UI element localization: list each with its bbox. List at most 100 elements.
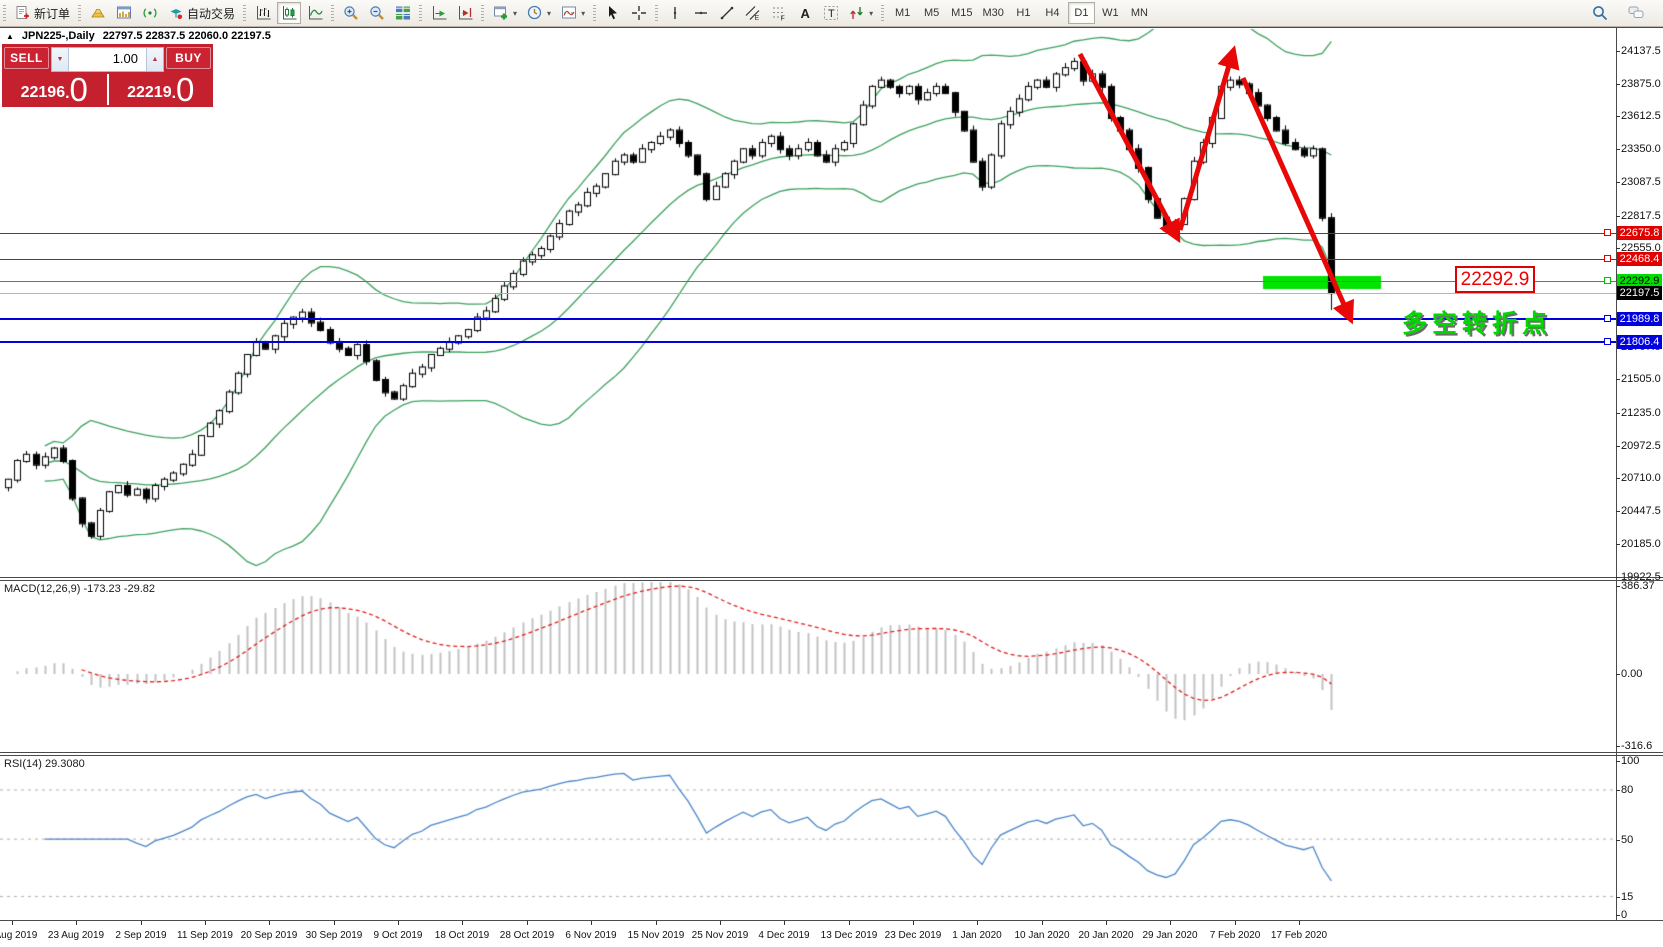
volume-increase-button[interactable]: ▲ bbox=[146, 48, 163, 71]
templates-button[interactable]: ▾ bbox=[557, 2, 589, 24]
rsi-tick bbox=[1616, 840, 1620, 841]
toolbar-grip-icon bbox=[331, 5, 334, 21]
tf-m30-label: M30 bbox=[983, 7, 1004, 19]
price-tick bbox=[1616, 116, 1620, 117]
autotrade-button[interactable]: 自动交易 bbox=[164, 2, 239, 24]
price-tick bbox=[1616, 84, 1620, 85]
line-anchor-handle[interactable] bbox=[1604, 255, 1611, 262]
shapes-button[interactable]: ▾ bbox=[845, 2, 877, 24]
templates-icon bbox=[561, 5, 577, 21]
price-tick bbox=[1616, 511, 1620, 512]
tf-m15-button[interactable]: M15 bbox=[947, 2, 976, 24]
tf-h1-button[interactable]: H1 bbox=[1010, 2, 1037, 24]
indicators-button[interactable]: ▾ bbox=[489, 2, 521, 24]
line-chart-button[interactable] bbox=[303, 2, 327, 24]
date-axis-label: 23 Aug 2019 bbox=[48, 930, 104, 941]
tf-m30-button[interactable]: M30 bbox=[979, 2, 1008, 24]
horizontal-level-line[interactable] bbox=[0, 233, 1617, 234]
svg-text:E: E bbox=[755, 15, 760, 21]
line-anchor-handle[interactable] bbox=[1604, 315, 1611, 322]
main-macd-separator[interactable] bbox=[0, 577, 1663, 578]
price-tick bbox=[1616, 51, 1620, 52]
toolbar-grip-icon bbox=[78, 5, 81, 21]
tf-m1-button[interactable]: M1 bbox=[889, 2, 916, 24]
toolbar-grip-icon bbox=[419, 5, 422, 21]
line-anchor-handle[interactable] bbox=[1604, 277, 1611, 284]
horizontal-level-line[interactable] bbox=[0, 259, 1617, 260]
signal-button[interactable] bbox=[138, 2, 162, 24]
date-axis-label: 30 Sep 2019 bbox=[306, 930, 363, 941]
tile-windows-button[interactable] bbox=[391, 2, 415, 24]
text-label-button[interactable]: T bbox=[819, 2, 843, 24]
zoom-out-button[interactable] bbox=[365, 2, 389, 24]
time-tick bbox=[269, 921, 270, 925]
candles-chart-button[interactable] bbox=[277, 2, 301, 24]
tf-m5-button[interactable]: M5 bbox=[918, 2, 945, 24]
toolbar: 新订单 自动交易 ▾ ▾ ▾ E FAT ▾ M1 M5 M15 M30 H1 H4 D1 W1MN bbox=[0, 0, 1663, 27]
market-watch-button[interactable] bbox=[112, 2, 136, 24]
community-button[interactable] bbox=[1624, 2, 1648, 24]
macd-rsi-separator[interactable] bbox=[0, 752, 1663, 753]
price-axis-label: 22817.5 bbox=[1621, 211, 1661, 222]
crosshair-button[interactable] bbox=[627, 2, 651, 24]
gold-button[interactable] bbox=[86, 2, 110, 24]
chart-canvas[interactable] bbox=[0, 0, 1663, 947]
time-axis-border bbox=[0, 920, 1663, 921]
chart-shift-button[interactable] bbox=[453, 2, 477, 24]
equidistant-channel-button[interactable]: E bbox=[741, 2, 765, 24]
sell-price[interactable]: 22196.0 bbox=[2, 72, 107, 107]
bars-chart-icon bbox=[255, 5, 271, 21]
new-order-button[interactable]: 新订单 bbox=[11, 2, 74, 24]
periods-button[interactable]: ▾ bbox=[523, 2, 555, 24]
buy-price[interactable]: 22219.0 bbox=[109, 72, 214, 107]
trendline-button[interactable] bbox=[715, 2, 739, 24]
price-callout[interactable]: 22292.9 bbox=[1455, 266, 1535, 293]
horizontal-line-button[interactable] bbox=[689, 2, 713, 24]
tf-d1-label: D1 bbox=[1074, 7, 1088, 19]
tf-mn-button[interactable]: MN bbox=[1126, 2, 1153, 24]
search-button[interactable] bbox=[1588, 2, 1612, 24]
rsi-tick bbox=[1616, 790, 1620, 791]
turning-point-label[interactable]: 多空转折点 bbox=[1402, 304, 1552, 340]
price-axis-strip[interactable] bbox=[1617, 28, 1663, 947]
price-tick bbox=[1616, 379, 1620, 380]
horizontal-level-line[interactable] bbox=[0, 318, 1617, 320]
chevron-down-icon[interactable]: ▾ bbox=[513, 9, 517, 18]
price-line-badge: 22197.5 bbox=[1617, 286, 1662, 300]
buy-button[interactable]: BUY bbox=[166, 47, 211, 69]
time-tick bbox=[913, 921, 914, 925]
macd-tick bbox=[1616, 746, 1620, 747]
auto-scroll-button[interactable] bbox=[427, 2, 451, 24]
volume-decrease-button[interactable]: ▼ bbox=[52, 48, 69, 71]
volume-value[interactable]: 1.00 bbox=[69, 48, 146, 71]
time-tick bbox=[527, 921, 528, 925]
price-tick bbox=[1616, 577, 1620, 578]
toolbar-group: 新订单 bbox=[0, 0, 75, 26]
chevron-down-icon[interactable]: ▾ bbox=[581, 9, 585, 18]
horizontal-level-line[interactable] bbox=[0, 341, 1617, 343]
sell-button[interactable]: SELL bbox=[4, 47, 49, 69]
tf-d1-button[interactable]: D1 bbox=[1068, 2, 1095, 24]
line-anchor-handle[interactable] bbox=[1604, 338, 1611, 345]
chart-top-border bbox=[0, 27, 1663, 28]
tf-h4-button[interactable]: H4 bbox=[1039, 2, 1066, 24]
chevron-down-icon[interactable]: ▾ bbox=[869, 9, 873, 18]
macd-panel-top-border bbox=[0, 580, 1663, 581]
chevron-down-icon[interactable]: ▾ bbox=[547, 9, 551, 18]
one-click-trading-panel: SELL ▼ 1.00 ▲ BUY 22196.0 22219.0 bbox=[2, 44, 213, 107]
tf-w1-button[interactable]: W1 bbox=[1097, 2, 1124, 24]
line-anchor-handle[interactable] bbox=[1604, 229, 1611, 236]
bars-chart-button[interactable] bbox=[251, 2, 275, 24]
collapse-panel-icon[interactable]: ▲ bbox=[6, 32, 14, 41]
text-button[interactable]: A bbox=[793, 2, 817, 24]
date-axis-label: 15 Nov 2019 bbox=[628, 930, 685, 941]
zoom-in-button[interactable] bbox=[339, 2, 363, 24]
vertical-line-button[interactable] bbox=[663, 2, 687, 24]
svg-text:T: T bbox=[828, 8, 835, 20]
tf-m5-label: M5 bbox=[924, 7, 939, 19]
cursor-button[interactable] bbox=[601, 2, 625, 24]
fibonacci-button[interactable]: F bbox=[767, 2, 791, 24]
horizontal-level-line[interactable] bbox=[0, 281, 1617, 282]
tf-h1-label: H1 bbox=[1016, 7, 1030, 19]
current-price-line[interactable] bbox=[0, 293, 1617, 294]
